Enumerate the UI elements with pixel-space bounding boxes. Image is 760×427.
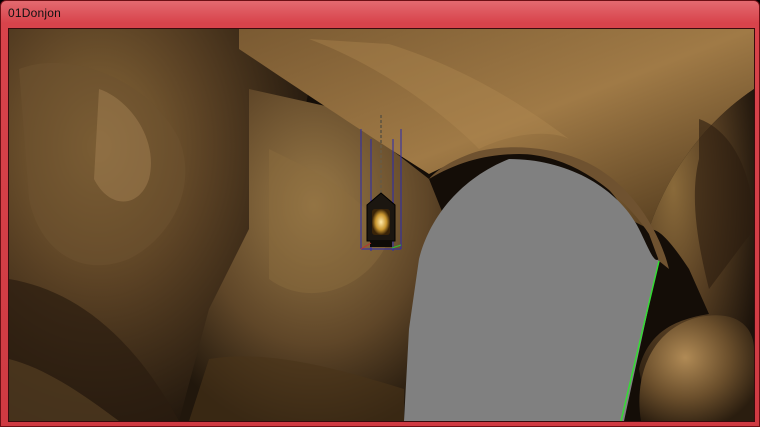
dungeon-scene — [9, 29, 754, 421]
title-bar[interactable]: 01Donjon — [1, 1, 760, 28]
window-title: 01Donjon — [8, 6, 61, 20]
3d-viewport[interactable] — [8, 28, 755, 422]
application-window: 01Donjon — [0, 0, 760, 427]
